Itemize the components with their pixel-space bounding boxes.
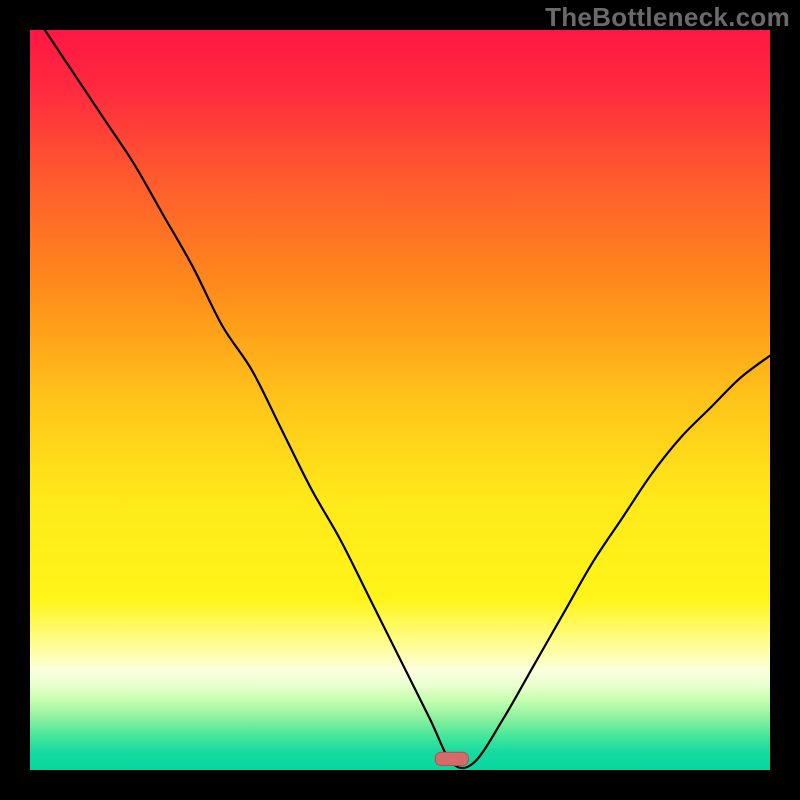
watermark-text: TheBottleneck.com (545, 2, 790, 33)
chart-svg (0, 0, 800, 800)
chart-frame: TheBottleneck.com (0, 0, 800, 800)
minimum-marker (435, 752, 468, 765)
